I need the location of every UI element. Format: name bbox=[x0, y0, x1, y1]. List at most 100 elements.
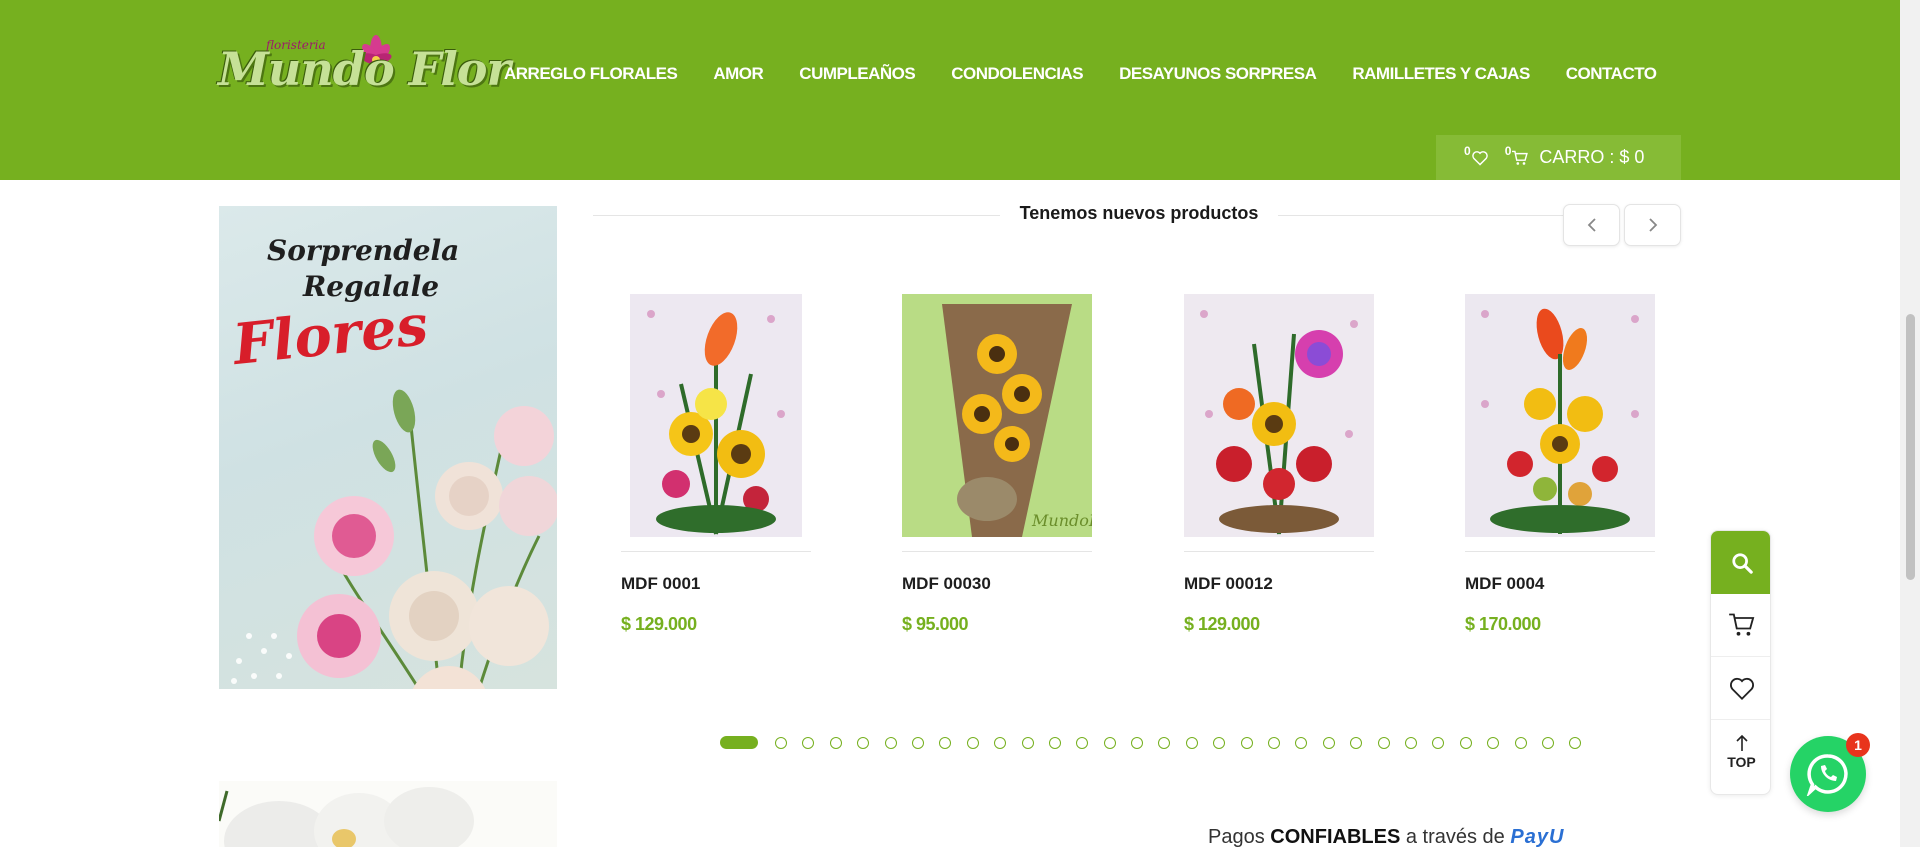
site-logo[interactable]: floristeria Mundo Flor bbox=[218, 30, 511, 110]
carousel-next-button[interactable] bbox=[1624, 204, 1681, 246]
scrollbar-thumb[interactable] bbox=[1906, 314, 1915, 580]
nav-item-desayunos-sorpresa[interactable]: DESAYUNOS SORPRESA bbox=[1119, 64, 1317, 84]
nav-item-ramilletes-y-cajas[interactable]: RAMILLETES Y CAJAS bbox=[1352, 64, 1530, 84]
pagination-dot[interactable] bbox=[1240, 736, 1253, 749]
pagination-dot[interactable] bbox=[1322, 736, 1335, 749]
floating-toolbar: TOP bbox=[1710, 530, 1771, 795]
pagination-dot[interactable] bbox=[775, 736, 787, 749]
product-card[interactable]: MDF 00012 $ 129.000 bbox=[1184, 294, 1374, 635]
svg-text:MundoF: MundoF bbox=[1031, 511, 1092, 530]
payments-banner: Pagos CONFIABLES a través de PayU bbox=[1208, 826, 1564, 849]
pagination-dot[interactable] bbox=[1487, 736, 1500, 749]
pagination-dot[interactable] bbox=[1268, 736, 1281, 749]
payments-bold: CONFIABLES bbox=[1270, 826, 1401, 848]
carousel-prev-button[interactable] bbox=[1563, 204, 1620, 246]
product-image[interactable] bbox=[1465, 294, 1655, 537]
pagination-dot[interactable] bbox=[884, 736, 897, 749]
product-price: $ 95.000 bbox=[902, 614, 969, 634]
section-title: Tenemos nuevos productos bbox=[1000, 203, 1278, 224]
pagination-dot[interactable] bbox=[1459, 736, 1472, 749]
arrow-up-icon bbox=[1735, 734, 1748, 751]
product-divider bbox=[1184, 551, 1374, 552]
pagination-dot[interactable] bbox=[857, 736, 870, 749]
product-name[interactable]: MDF 0004 bbox=[1465, 574, 1655, 594]
product-name[interactable]: MDF 0001 bbox=[621, 574, 811, 594]
wishlist-button[interactable] bbox=[1711, 657, 1770, 720]
title-divider-left bbox=[593, 215, 1000, 216]
nav-item-contacto[interactable]: CONTACTO bbox=[1566, 64, 1657, 84]
pagination-dot[interactable] bbox=[966, 736, 979, 749]
payu-logo: PayU bbox=[1510, 826, 1565, 848]
pagination-dot[interactable] bbox=[1131, 736, 1144, 749]
pagination-dot[interactable] bbox=[720, 736, 758, 749]
wishlist-count: 0 bbox=[1464, 143, 1471, 158]
pagination-dot[interactable] bbox=[1213, 736, 1226, 749]
pagination-dot[interactable] bbox=[1569, 736, 1582, 749]
product-price: $ 170.000 bbox=[1465, 614, 1541, 634]
payments-prefix: Pagos bbox=[1208, 826, 1265, 848]
heart-icon bbox=[1471, 150, 1488, 166]
whatsapp-badge: 1 bbox=[1846, 733, 1870, 757]
scroll-top-button[interactable]: TOP bbox=[1711, 720, 1770, 783]
orchid-banner[interactable] bbox=[219, 781, 557, 847]
pagination-dot[interactable] bbox=[1185, 736, 1198, 749]
pagination-dot[interactable] bbox=[939, 736, 952, 749]
product-photo-arrangement bbox=[630, 294, 802, 537]
product-image[interactable] bbox=[621, 294, 811, 537]
promo-banner[interactable]: Sorprendela Regalale Flores bbox=[219, 206, 557, 689]
product-divider bbox=[1465, 551, 1655, 552]
pagination-dot[interactable] bbox=[1158, 736, 1171, 749]
carousel-pagination bbox=[720, 736, 1597, 749]
cart-total-label: CARRO : $ 0 bbox=[1539, 147, 1645, 167]
whatsapp-icon bbox=[1806, 754, 1848, 796]
orchid-illustration bbox=[219, 787, 474, 847]
pagination-dot[interactable] bbox=[994, 736, 1007, 749]
nav-item-arreglo-florales[interactable]: ARREGLO FLORALES bbox=[504, 64, 678, 84]
top-label: TOP bbox=[1727, 753, 1756, 770]
search-button[interactable] bbox=[1711, 531, 1770, 594]
pagination-dot[interactable] bbox=[911, 736, 924, 749]
product-image[interactable]: MundoF bbox=[902, 294, 1092, 537]
cart-button[interactable] bbox=[1711, 594, 1770, 657]
product-name[interactable]: MDF 00030 bbox=[902, 574, 1092, 594]
pagination-dot[interactable] bbox=[1404, 736, 1417, 749]
cart-bar: 0 0 CARRO : $ 0 bbox=[1436, 135, 1681, 180]
pagination-dot[interactable] bbox=[829, 736, 842, 749]
pagination-dot[interactable] bbox=[1514, 736, 1527, 749]
payments-middle: a través de bbox=[1405, 826, 1505, 848]
nav-item-condolencias[interactable]: CONDOLENCIAS bbox=[951, 64, 1083, 84]
pagination-dot[interactable] bbox=[1103, 736, 1116, 749]
product-divider bbox=[902, 551, 1092, 552]
cart-count: 0 bbox=[1504, 143, 1512, 158]
pagination-dot[interactable] bbox=[1350, 736, 1363, 749]
main-nav: ARREGLO FLORALES AMOR CUMPLEAÑOS CONDOLE… bbox=[504, 64, 1693, 84]
chevron-left-icon bbox=[1587, 218, 1596, 232]
product-price: $ 129.000 bbox=[621, 614, 697, 634]
product-card[interactable]: MDF 0004 $ 170.000 bbox=[1465, 294, 1655, 635]
product-card[interactable]: MundoF MDF 00030 $ 95.000 bbox=[902, 294, 1092, 635]
product-photo-arrangement bbox=[1184, 294, 1374, 537]
product-name[interactable]: MDF 00012 bbox=[1184, 574, 1374, 594]
nav-item-amor[interactable]: AMOR bbox=[713, 64, 763, 84]
wishlist-link[interactable]: 0 bbox=[1464, 144, 1489, 166]
pagination-dot[interactable] bbox=[1021, 736, 1034, 749]
product-image[interactable] bbox=[1184, 294, 1374, 537]
product-divider bbox=[621, 551, 811, 552]
pagination-dot[interactable] bbox=[1377, 736, 1390, 749]
pagination-dot[interactable] bbox=[1076, 736, 1089, 749]
product-card[interactable]: MDF 0001 $ 129.000 bbox=[621, 294, 811, 635]
banner-line1: Sorprendela bbox=[267, 234, 460, 267]
pagination-dot[interactable] bbox=[1295, 736, 1308, 749]
pagination-dot[interactable] bbox=[1432, 736, 1445, 749]
product-price: $ 129.000 bbox=[1184, 614, 1260, 634]
nav-item-cumpleanos[interactable]: CUMPLEAÑOS bbox=[799, 64, 915, 84]
cart-link[interactable]: 0 CARRO : $ 0 bbox=[1504, 143, 1645, 168]
chevron-right-icon bbox=[1648, 218, 1657, 232]
pagination-dot[interactable] bbox=[1048, 736, 1061, 749]
product-photo-arrangement bbox=[1465, 294, 1655, 537]
site-header: floristeria Mundo Flor ARREGLO FLORALES … bbox=[0, 0, 1900, 180]
logo-text: Mundo Flor bbox=[218, 42, 511, 96]
pagination-dot[interactable] bbox=[802, 736, 815, 749]
pagination-dot[interactable] bbox=[1541, 736, 1554, 749]
heart-icon bbox=[1729, 677, 1754, 700]
